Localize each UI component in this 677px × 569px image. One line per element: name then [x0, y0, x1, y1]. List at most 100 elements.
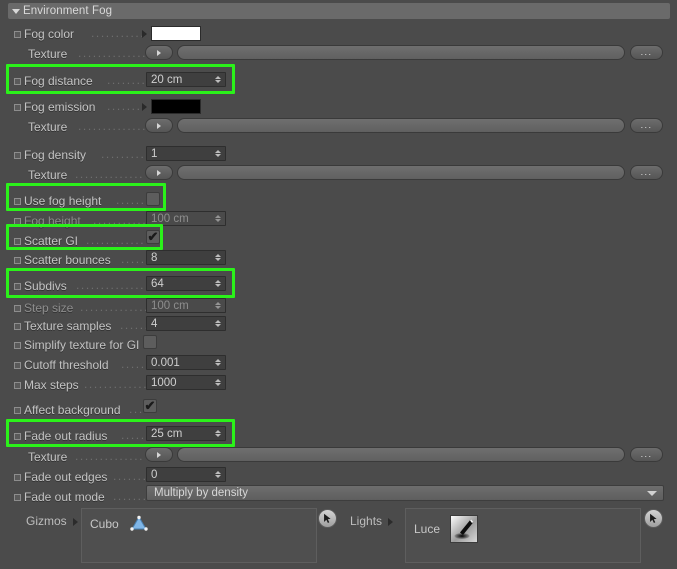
dot-leader: ...........................: [121, 252, 147, 266]
spinner-icon[interactable]: [213, 471, 222, 478]
fog-color-swatch[interactable]: [151, 26, 201, 41]
fog-distance-value: 20 cm: [151, 73, 183, 86]
fog-density-toggle[interactable]: [14, 151, 21, 159]
label-fog-color: Fog color: [24, 27, 75, 41]
texture-samples-toggle[interactable]: [14, 322, 21, 330]
fog-height-input[interactable]: 100 cm: [146, 211, 226, 226]
fog-emission-toggle[interactable]: [14, 103, 21, 111]
dot-leader: ...........................: [121, 428, 147, 442]
list-item[interactable]: Cubo: [90, 515, 149, 533]
lights-label: Lights: [350, 514, 394, 528]
fog-density-input[interactable]: 1: [146, 146, 226, 161]
list-item[interactable]: Luce: [414, 515, 479, 543]
fog-emission-swatch[interactable]: [151, 99, 201, 114]
use-fog-height-toggle[interactable]: [14, 197, 21, 205]
expand-arrow-icon[interactable]: [388, 517, 394, 526]
label-fade-out-edges: Fade out edges: [24, 470, 108, 484]
dot-leader: ...........................: [78, 46, 146, 60]
texture-slot-4[interactable]: [177, 447, 625, 462]
spinner-icon[interactable]: [213, 215, 222, 222]
chevron-down-icon[interactable]: [647, 490, 657, 496]
gizmos-picker-button[interactable]: [318, 509, 337, 528]
fog-height-toggle[interactable]: [14, 217, 21, 225]
spinner-icon[interactable]: [213, 76, 222, 83]
affect-background-toggle[interactable]: [14, 406, 21, 414]
fade-out-radius-toggle[interactable]: [14, 432, 21, 440]
dot-leader: ...........................: [84, 377, 146, 391]
texture-more-button-4[interactable]: ...: [630, 447, 663, 462]
spinner-icon[interactable]: [213, 302, 222, 309]
dot-leader: ...........................: [75, 449, 145, 463]
fade-out-mode-toggle[interactable]: [14, 493, 21, 501]
gizmo-item-label: Cubo: [90, 517, 119, 531]
spinner-icon[interactable]: [213, 320, 222, 327]
step-size-input[interactable]: 100 cm: [146, 298, 226, 313]
spinner-icon[interactable]: [213, 254, 222, 261]
subdivs-toggle[interactable]: [14, 282, 21, 290]
scatter-bounces-value: 8: [151, 251, 158, 264]
triangle-right-icon: [157, 451, 161, 458]
label-fog-emission: Fog emission: [24, 100, 96, 114]
dot-leader: ...........................: [120, 318, 146, 332]
lights-picker-button[interactable]: [644, 509, 663, 528]
fog-distance-toggle[interactable]: [14, 77, 21, 85]
dot-leader: ...........................: [121, 357, 147, 371]
fog-distance-input[interactable]: 20 cm: [146, 72, 226, 87]
panel-titlebar[interactable]: Environment Fog: [8, 3, 670, 19]
spinner-icon[interactable]: [213, 430, 222, 437]
step-size-value: 100 cm: [151, 299, 189, 312]
spinner-icon[interactable]: [213, 379, 222, 386]
scatter-bounces-toggle[interactable]: [14, 256, 21, 264]
label-cutoff-threshold: Cutoff threshold: [24, 358, 109, 372]
cutoff-threshold-toggle[interactable]: [14, 361, 21, 369]
fog-color-toggle[interactable]: [14, 30, 21, 38]
lights-listbox[interactable]: Luce: [405, 508, 641, 563]
texture-slot-1[interactable]: [177, 45, 625, 60]
affect-background-checkbox[interactable]: ✔: [143, 399, 157, 413]
texture-more-button-3[interactable]: ...: [630, 165, 663, 180]
scatter-gi-checkbox[interactable]: ✔: [146, 230, 160, 244]
expand-arrow-icon[interactable]: [142, 102, 147, 111]
triangle-right-icon: [157, 169, 161, 176]
texture-more-button-2[interactable]: ...: [630, 118, 663, 133]
cursor-arrow-icon: [324, 513, 331, 523]
step-size-toggle[interactable]: [14, 304, 21, 312]
fade-out-edges-toggle[interactable]: [14, 473, 21, 481]
texture-samples-input[interactable]: 4: [146, 316, 226, 331]
gizmos-label: Gizmos: [26, 514, 78, 528]
texture-dropdown-button-4[interactable]: [145, 447, 173, 462]
spinner-icon[interactable]: [213, 359, 222, 366]
lights-label-text: Lights: [350, 514, 383, 528]
texture-dropdown-button-2[interactable]: [145, 118, 173, 133]
gizmos-listbox[interactable]: Cubo: [81, 508, 317, 563]
chevron-down-icon[interactable]: [12, 8, 20, 14]
fade-out-radius-input[interactable]: 25 cm: [146, 426, 226, 441]
spinner-icon[interactable]: [213, 280, 222, 287]
triangle-right-icon: [157, 49, 161, 56]
subdivs-input[interactable]: 64: [146, 276, 226, 291]
expand-arrow-icon[interactable]: [142, 29, 147, 38]
dot-leader: ...........................: [93, 213, 147, 227]
label-fade-out-mode: Fade out mode: [24, 490, 105, 504]
scatter-gi-toggle[interactable]: [14, 237, 21, 245]
max-steps-input[interactable]: 1000: [146, 375, 226, 390]
texture-slot-3[interactable]: [177, 165, 625, 180]
texture-dropdown-button-1[interactable]: [145, 45, 173, 60]
simplify-texture-gi-checkbox[interactable]: [143, 335, 157, 349]
spinner-icon[interactable]: [213, 150, 222, 157]
simplify-texture-gi-toggle[interactable]: [14, 341, 21, 349]
scatter-bounces-input[interactable]: 8: [146, 250, 226, 265]
use-fog-height-checkbox[interactable]: [146, 192, 160, 206]
dot-leader: ...........................: [86, 233, 146, 247]
expand-arrow-icon[interactable]: [72, 517, 78, 526]
cutoff-threshold-input[interactable]: 0.001: [146, 355, 226, 370]
texture-slot-2[interactable]: [177, 118, 625, 133]
texture-more-button-1[interactable]: ...: [630, 45, 663, 60]
fade-out-mode-select[interactable]: Multiply by density: [146, 485, 664, 501]
label-step-size: Step size: [24, 301, 74, 315]
max-steps-toggle[interactable]: [14, 381, 21, 389]
texture-dropdown-button-3[interactable]: [145, 165, 173, 180]
fog-emission-swatch-group[interactable]: [142, 99, 201, 114]
fade-out-edges-input[interactable]: 0: [146, 467, 226, 482]
fog-color-swatch-group[interactable]: [142, 26, 201, 41]
